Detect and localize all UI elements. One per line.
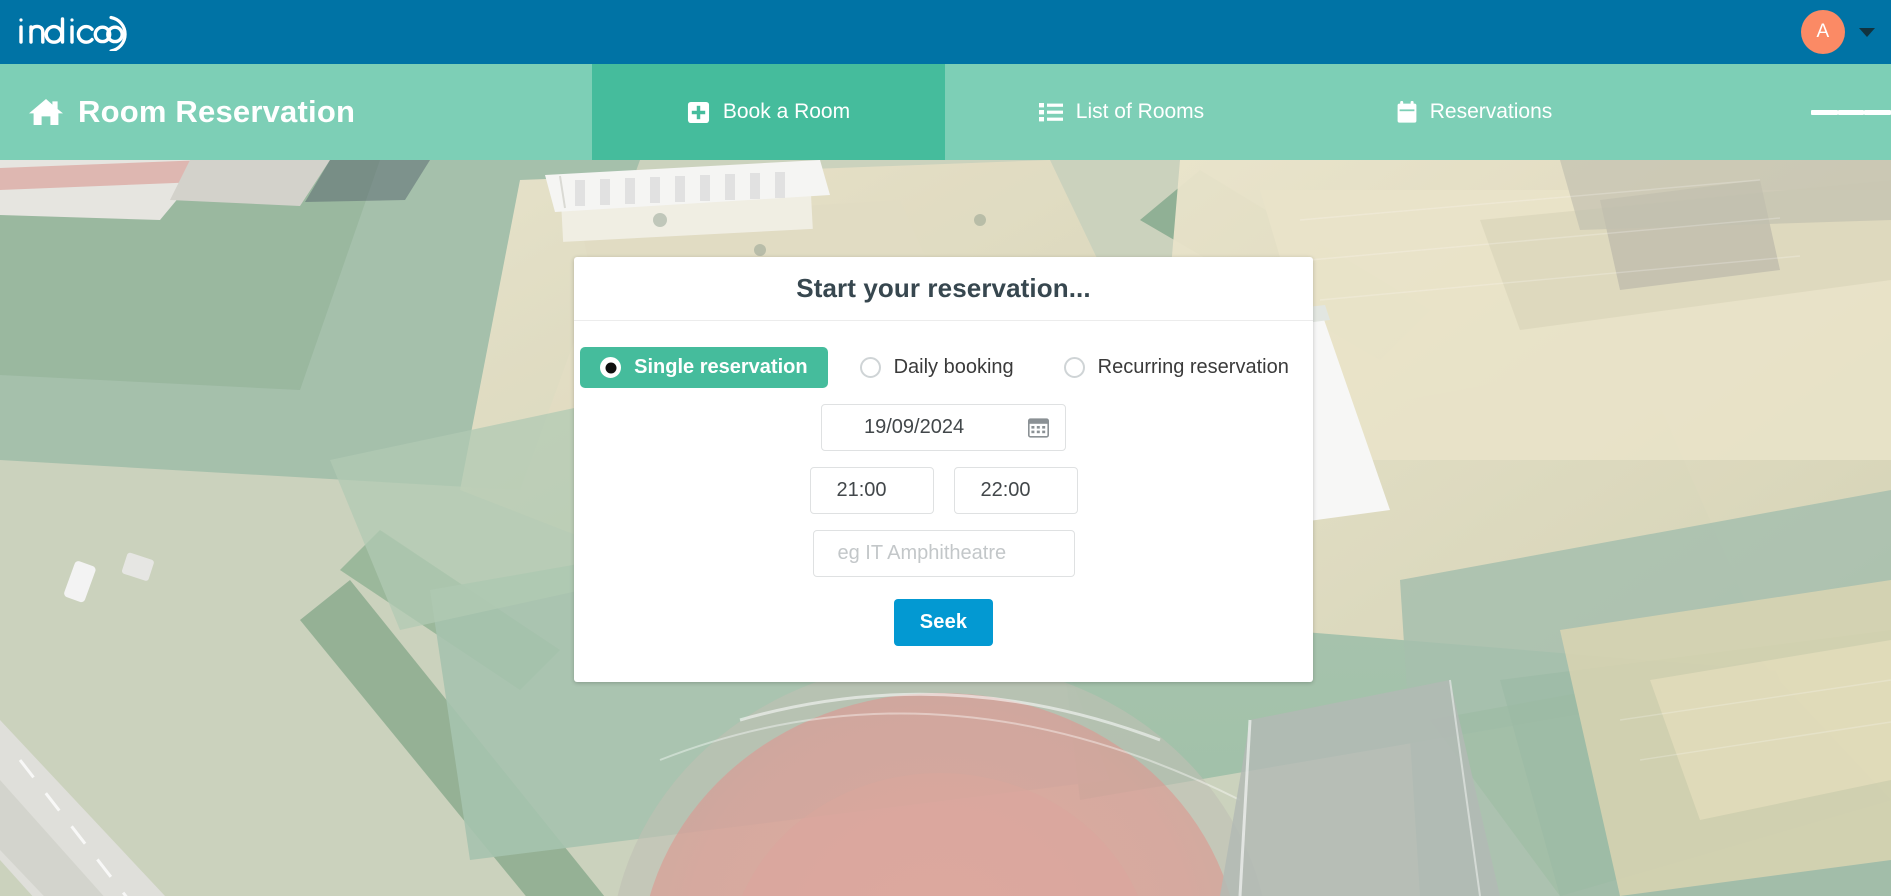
home-icon [28, 96, 64, 128]
date-input[interactable]: 19/09/2024 [821, 404, 1066, 451]
tab-book-a-room[interactable]: Book a Room [592, 64, 945, 160]
start-time-value: 21:00 [836, 479, 887, 501]
avatar[interactable]: A [1801, 10, 1845, 54]
calendar-icon [1397, 101, 1417, 123]
time-field-row: 21:00 22:00 [809, 467, 1078, 514]
radio-recurring-reservation[interactable]: Recurring reservation [1046, 347, 1307, 388]
tab-list-of-rooms[interactable]: List of Rooms [945, 64, 1298, 160]
radio-dot-icon [1063, 357, 1085, 378]
booking-type-radio-group: Single reservation Daily booking Recurri… [580, 347, 1307, 388]
user-menu[interactable]: A [1801, 0, 1875, 64]
top-bar: A [0, 0, 1891, 64]
tab-book-a-room-label: Book a Room [722, 100, 851, 123]
main-navigation: Room Reservation Book a Room List of Roo… [0, 64, 1891, 160]
room-search-placeholder: eg IT Amphitheatre [837, 542, 1007, 564]
list-icon [1038, 102, 1063, 122]
start-time-input[interactable]: 21:00 [809, 467, 934, 514]
avatar-initial: A [1816, 21, 1830, 42]
radio-daily-booking-label: Daily booking [893, 356, 1014, 378]
room-search-input[interactable]: eg IT Amphitheatre [812, 530, 1075, 577]
tab-reservations-label: Reservations [1429, 100, 1553, 123]
brand-home-link[interactable]: Room Reservation [0, 64, 592, 160]
hamburger-bar [1864, 109, 1891, 115]
hamburger-menu-icon[interactable] [1811, 64, 1891, 160]
radio-single-reservation[interactable]: Single reservation [580, 347, 828, 388]
calendar-icon[interactable] [1028, 417, 1049, 438]
tab-reservations[interactable]: Reservations [1298, 64, 1651, 160]
radio-daily-booking[interactable]: Daily booking [842, 347, 1032, 388]
plus-square-icon [687, 101, 710, 124]
end-time-value: 22:00 [980, 479, 1031, 501]
date-field-row: 19/09/2024 [821, 404, 1066, 451]
submit-row: Seek [893, 599, 994, 646]
end-time-input[interactable]: 22:00 [953, 467, 1078, 514]
radio-dot-icon [859, 357, 881, 378]
dialog-title: Start your reservation... [574, 257, 1313, 321]
page-title: Room Reservation [78, 94, 356, 129]
chevron-down-icon[interactable] [1859, 27, 1875, 37]
dialog-body: Single reservation Daily booking Recurri… [574, 321, 1313, 646]
radio-single-reservation-label: Single reservation [634, 356, 808, 378]
date-input-value: 19/09/2024 [864, 416, 965, 438]
reservation-dialog: Start your reservation... Single reserva… [574, 257, 1313, 682]
radio-recurring-reservation-label: Recurring reservation [1097, 356, 1289, 378]
radio-dot-icon [600, 357, 622, 378]
tab-list-of-rooms-label: List of Rooms [1075, 100, 1205, 123]
hamburger-bar [1837, 109, 1865, 115]
seek-button[interactable]: Seek [893, 599, 994, 646]
hamburger-bar [1811, 109, 1838, 115]
indico-logo[interactable] [16, 13, 134, 51]
